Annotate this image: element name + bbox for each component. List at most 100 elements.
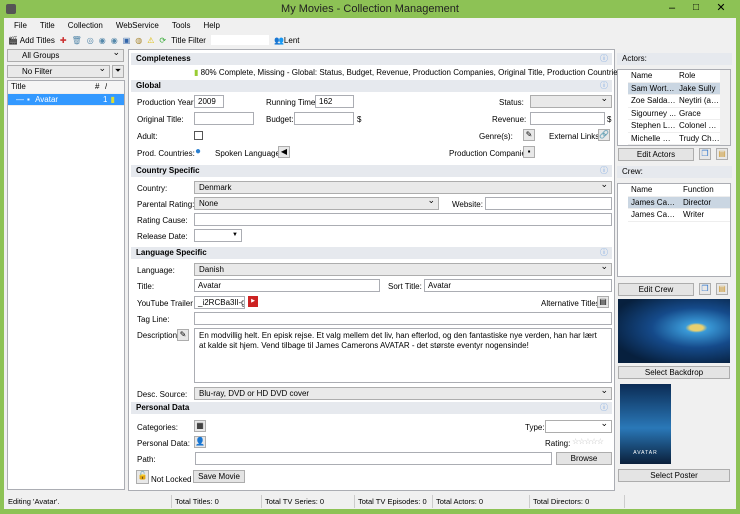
categories-icon[interactable]: ▦ bbox=[194, 420, 206, 432]
link-icon[interactable]: 🔗 bbox=[598, 129, 610, 141]
column-function[interactable]: Function bbox=[680, 184, 714, 196]
menu-collection[interactable]: Collection bbox=[68, 21, 103, 30]
disc-left-icon[interactable]: ◉ bbox=[99, 36, 106, 45]
desc-source-select[interactable]: Blu-ray, DVD or HD DVD cover bbox=[194, 385, 612, 400]
budget-input[interactable] bbox=[294, 112, 354, 125]
adult-label: Adult: bbox=[137, 132, 158, 141]
rating-stars[interactable]: ☆☆☆☆☆ bbox=[572, 437, 604, 446]
add-titles-button[interactable]: 🎬 Add Titles bbox=[8, 36, 55, 45]
table-row[interactable]: Zoe SaldanaNeytiri (as Z... bbox=[628, 95, 730, 108]
info-icon[interactable]: ⓘ bbox=[600, 80, 608, 92]
trash-icon[interactable]: 🗑 bbox=[72, 36, 82, 45]
table-row[interactable]: James CameronDirector bbox=[628, 196, 730, 209]
language-select[interactable]: Danish bbox=[194, 261, 612, 276]
menu-bar: File Title Collection WebService Tools Help bbox=[14, 21, 233, 30]
website-input[interactable] bbox=[485, 197, 612, 210]
edit-actors-button[interactable]: Edit Actors bbox=[618, 148, 694, 161]
status-select[interactable] bbox=[530, 93, 612, 108]
disc-right-icon[interactable]: ◉ bbox=[111, 36, 118, 45]
table-row[interactable]: Stephen LangColonel Mile... bbox=[628, 120, 730, 133]
speaker-icon[interactable]: ◀ bbox=[278, 146, 290, 158]
document-icon[interactable]: ▤ bbox=[597, 296, 609, 308]
column-name[interactable]: Name bbox=[628, 70, 676, 82]
movie-icon: ▪ bbox=[27, 94, 30, 104]
lent-button[interactable]: 👥Lent bbox=[274, 36, 300, 45]
completeness-icon: ▮ bbox=[110, 94, 115, 104]
list-item[interactable]: — ▪ Avatar 1 ▮ bbox=[8, 93, 124, 106]
website-label: Website: bbox=[452, 200, 483, 209]
title-filter-input[interactable] bbox=[210, 35, 269, 45]
group-select[interactable]: All Groups bbox=[7, 47, 124, 62]
table-row[interactable]: Sam Worthi... Jake Sully bbox=[628, 82, 730, 95]
minimize-button[interactable]: – bbox=[662, 2, 682, 14]
rating-cause-input[interactable] bbox=[194, 213, 612, 226]
filter-icon[interactable]: ⏷ bbox=[112, 65, 124, 78]
lock-icon[interactable]: 🔓 bbox=[136, 470, 149, 484]
menu-file[interactable]: File bbox=[14, 21, 27, 30]
browse-button[interactable]: Browse bbox=[556, 452, 612, 465]
select-poster-button[interactable]: Select Poster bbox=[618, 469, 730, 482]
table-row[interactable]: Sigourney ... Grace bbox=[628, 108, 730, 120]
crew-grid: NameFunction James CameronDirector James… bbox=[617, 183, 731, 277]
refresh-icon[interactable]: ⟳ bbox=[159, 36, 166, 45]
film-icon: 🎬 bbox=[8, 35, 18, 45]
table-row[interactable]: Michelle Ro...Trudy Chacon bbox=[628, 133, 730, 145]
info-icon[interactable]: ⓘ bbox=[600, 53, 608, 65]
country-header: Country Specific ⓘ bbox=[131, 165, 612, 177]
copy-icon[interactable]: ❐ bbox=[699, 283, 711, 295]
revenue-label: Revenue: bbox=[492, 115, 527, 124]
maximize-button[interactable]: □ bbox=[686, 2, 706, 13]
warning-icon[interactable]: ⚠ bbox=[147, 36, 154, 45]
original-title-input[interactable] bbox=[194, 112, 254, 125]
copy-icon[interactable]: ❐ bbox=[699, 148, 711, 160]
production-year-input[interactable]: 2009 bbox=[194, 95, 224, 108]
info-icon[interactable]: ⓘ bbox=[600, 402, 608, 414]
running-time-input[interactable]: 162 bbox=[315, 95, 354, 108]
save-icon[interactable]: ▣ bbox=[123, 36, 131, 45]
title-input[interactable]: Avatar bbox=[194, 279, 380, 292]
people-icon: 👥 bbox=[273, 35, 284, 45]
close-button[interactable]: ✕ bbox=[710, 1, 732, 14]
tag-line-input[interactable] bbox=[194, 312, 612, 325]
path-input[interactable] bbox=[195, 452, 552, 465]
youtube-icon[interactable]: ▶ bbox=[248, 296, 258, 307]
status-message: Editing 'Avatar'. bbox=[5, 495, 172, 508]
select-backdrop-button[interactable]: Select Backdrop bbox=[618, 366, 730, 379]
release-date-picker[interactable]: ▼ bbox=[194, 229, 242, 242]
puzzle-icon[interactable]: ✚ bbox=[60, 36, 67, 45]
description-textarea[interactable]: En modvillig helt. En episk rejse. Et va… bbox=[194, 328, 612, 383]
edit-crew-button[interactable]: Edit Crew bbox=[618, 283, 694, 296]
person-icon[interactable]: 👤 bbox=[194, 436, 206, 448]
filter-select[interactable]: No Filter bbox=[7, 63, 110, 78]
globe-icon[interactable]: ◍ bbox=[135, 36, 142, 45]
menu-help[interactable]: Help bbox=[204, 21, 220, 30]
table-row[interactable]: James CameronWriter bbox=[628, 209, 730, 222]
column-sort[interactable]: / bbox=[102, 81, 107, 93]
menu-tools[interactable]: Tools bbox=[172, 21, 191, 30]
column-title[interactable]: Title bbox=[8, 81, 92, 93]
save-movie-button[interactable]: Save Movie bbox=[193, 470, 245, 483]
info-icon[interactable]: ⓘ bbox=[600, 247, 608, 259]
info-icon[interactable]: ⓘ bbox=[600, 165, 608, 177]
scrollbar[interactable] bbox=[720, 70, 730, 145]
paste-icon[interactable]: ▤ bbox=[716, 283, 728, 295]
sort-title-input[interactable]: Avatar bbox=[424, 279, 612, 292]
revenue-input[interactable] bbox=[530, 112, 605, 125]
edit-icon[interactable]: ✎ bbox=[177, 329, 189, 341]
genres-button[interactable]: ✎ bbox=[523, 129, 535, 141]
column-count[interactable]: # bbox=[92, 81, 102, 93]
globe-icon[interactable]: ● bbox=[195, 146, 201, 157]
type-select[interactable] bbox=[545, 418, 612, 433]
disc-icon[interactable]: ◎ bbox=[87, 36, 94, 45]
parental-rating-select[interactable]: None bbox=[194, 195, 439, 210]
country-select[interactable]: Denmark bbox=[194, 179, 612, 194]
column-name[interactable]: Name bbox=[628, 184, 680, 196]
clapper-icon[interactable]: ▪ bbox=[523, 146, 535, 158]
paste-icon[interactable]: ▤ bbox=[716, 148, 728, 160]
adult-checkbox[interactable] bbox=[194, 131, 203, 140]
menu-webservice[interactable]: WebService bbox=[116, 21, 159, 30]
menu-title[interactable]: Title bbox=[40, 21, 55, 30]
status-label: Status: bbox=[499, 98, 524, 107]
youtube-input[interactable]: _i2RCBa3Il-g bbox=[194, 296, 245, 309]
column-role[interactable]: Role bbox=[676, 70, 695, 82]
